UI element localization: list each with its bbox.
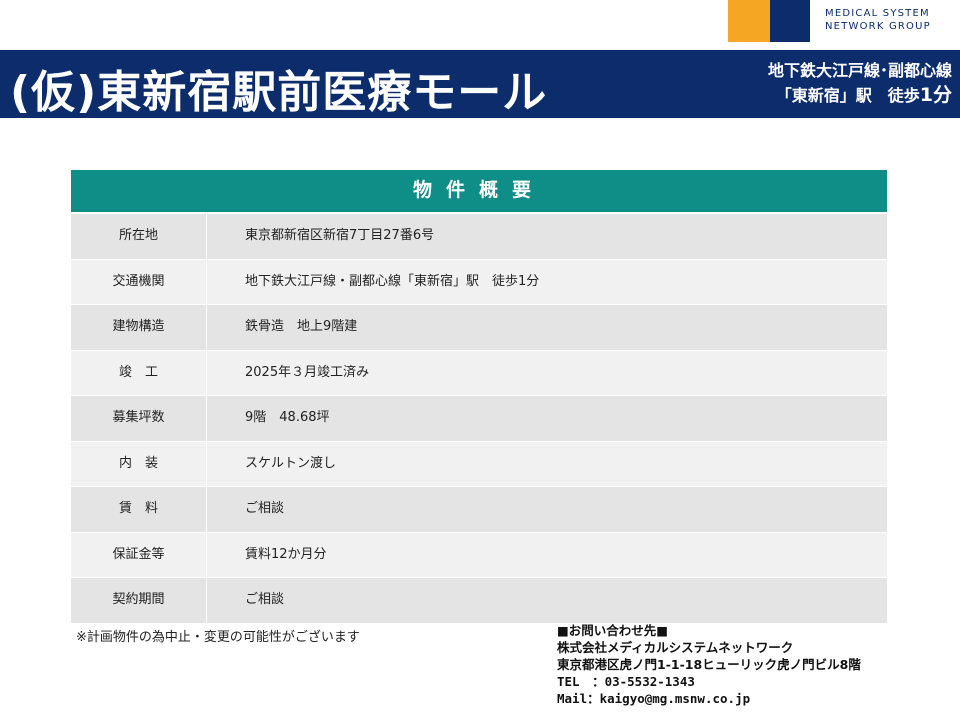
page-title: (仮)東新宿駅前医療モール xyxy=(10,67,548,118)
row-value: 2025年３月竣工済み xyxy=(207,350,887,395)
row-value: 鉄骨造 地上9階建 xyxy=(207,305,887,350)
row-value: スケルトン渡し xyxy=(207,441,887,486)
access-station-text: 「東新宿」駅 徒歩 xyxy=(775,86,920,105)
table-row: 交通機関 地下鉄大江戸線・副都心線「東新宿」駅 徒歩1分 xyxy=(71,259,887,305)
row-value: 賃料12か月分 xyxy=(207,532,887,577)
contact-company: 株式会社メディカルシステムネットワーク xyxy=(557,640,794,655)
logo-text: MEDICAL SYSTEM NETWORK GROUP xyxy=(825,7,955,33)
table-row: 募集坪数 9階 48.68坪 xyxy=(71,396,887,442)
row-value: 9階 48.68坪 xyxy=(207,396,887,441)
table-header: 物件概要 xyxy=(71,170,887,214)
row-label: 契約期間 xyxy=(71,578,207,623)
row-value: ご相談 xyxy=(207,578,887,623)
access-station: 「東新宿」駅 徒歩1分 xyxy=(768,83,952,108)
access-minutes: 1分 xyxy=(919,84,952,106)
table-row: 建物構造 鉄骨造 地上9階建 xyxy=(71,305,887,351)
logo-line-2: NETWORK GROUP xyxy=(825,21,931,32)
logo-navy-square xyxy=(770,0,810,42)
row-label: 保証金等 xyxy=(71,532,207,577)
row-label: 募集坪数 xyxy=(71,396,207,441)
property-overview-table: 物件概要 所在地 東京都新宿区新宿7丁目27番6号 交通機関 地下鉄大江戸線・副都心線… xyxy=(71,170,887,624)
table-body: 所在地 東京都新宿区新宿7丁目27番6号 交通機関 地下鉄大江戸線・副都心線「東新宿」… xyxy=(71,214,887,624)
table-row: 契約期間 ご相談 xyxy=(71,578,887,624)
contact-address: 東京都港区虎ノ門1-1-18ヒューリック虎ノ門ビル8階 xyxy=(557,657,861,672)
row-label: 交通機関 xyxy=(71,259,207,304)
table-row: 保証金等 賃料12か月分 xyxy=(71,532,887,578)
company-logo: MEDICAL SYSTEM NETWORK GROUP xyxy=(728,0,960,44)
row-value: ご相談 xyxy=(207,487,887,532)
access-info: 地下鉄大江戸線･副都心線 「東新宿」駅 徒歩1分 xyxy=(768,59,952,108)
title-banner: (仮)東新宿駅前医療モール 地下鉄大江戸線･副都心線 「東新宿」駅 徒歩1分 xyxy=(0,50,960,118)
row-label: 竣 工 xyxy=(71,350,207,395)
table-row: 所在地 東京都新宿区新宿7丁目27番6号 xyxy=(71,214,887,260)
contact-mail: Mail：kaigyo@mg.msnw.co.jp xyxy=(557,691,751,706)
row-value: 東京都新宿区新宿7丁目27番6号 xyxy=(207,214,887,259)
contact-heading: ■お問い合わせ先■ xyxy=(557,623,669,638)
disclaimer-note: ※計画物件の為中止・変更の可能性がございます xyxy=(76,630,360,645)
contact-tel: TEL ：03-5532-1343 xyxy=(557,674,695,689)
contact-info: ■お問い合わせ先■ 株式会社メディカルシステムネットワーク 東京都港区虎ノ門1-… xyxy=(557,622,861,707)
table-row: 賃 料ご相談 xyxy=(71,487,887,533)
table-row: 竣 工 2025年３月竣工済み xyxy=(71,350,887,396)
logo-orange-square xyxy=(728,0,770,42)
access-lines: 地下鉄大江戸線･副都心線 xyxy=(767,61,952,80)
row-label: 建物構造 xyxy=(71,305,207,350)
table-row: 内 装スケルトン渡し xyxy=(71,441,887,487)
row-label: 所在地 xyxy=(71,214,207,259)
logo-line-1: MEDICAL SYSTEM xyxy=(825,8,930,19)
row-value: 地下鉄大江戸線・副都心線「東新宿」駅 徒歩1分 xyxy=(207,259,887,304)
row-label: 内 装 xyxy=(71,441,207,486)
row-label: 賃 料 xyxy=(71,487,207,532)
